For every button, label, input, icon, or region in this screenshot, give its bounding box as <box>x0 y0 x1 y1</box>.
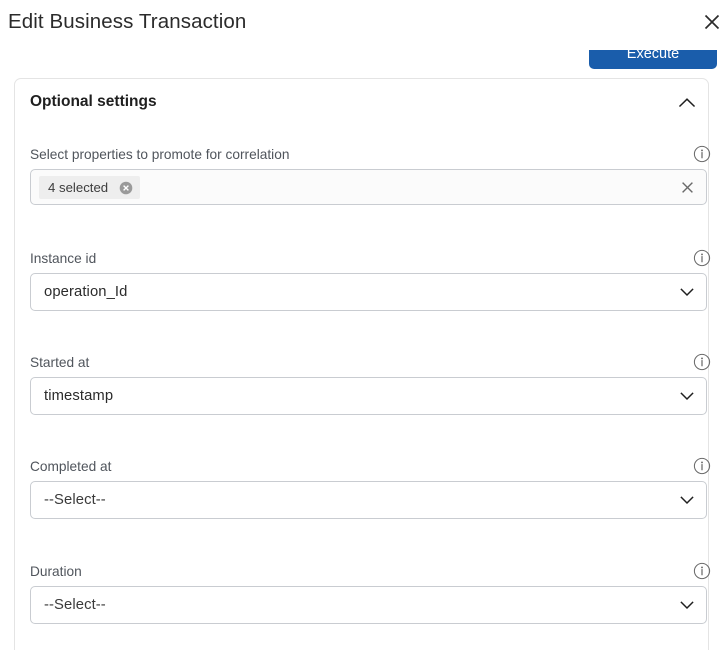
duration-select[interactable]: --Select-- <box>30 586 707 624</box>
selected-chip: 4 selected <box>39 176 141 199</box>
chevron-down-icon[interactable] <box>678 378 696 414</box>
select-value: --Select-- <box>44 492 106 508</box>
started-at-select[interactable]: timestamp <box>30 377 707 415</box>
card-title: Optional settings <box>30 93 157 110</box>
info-icon[interactable] <box>693 249 711 267</box>
dialog-header: Edit Business Transaction <box>0 0 723 50</box>
info-icon[interactable] <box>693 562 711 580</box>
select-value: --Select-- <box>44 597 106 613</box>
chevron-down-icon[interactable] <box>678 482 696 518</box>
chevron-down-icon[interactable] <box>678 587 696 623</box>
completed-at-select[interactable]: --Select-- <box>30 481 707 519</box>
field-label: Duration <box>30 564 82 579</box>
info-icon[interactable] <box>693 457 711 475</box>
clear-selection-icon[interactable] <box>680 170 695 204</box>
page-title: Edit Business Transaction <box>8 10 247 33</box>
chevron-up-icon[interactable] <box>677 93 697 113</box>
chip-label: 4 selected <box>48 180 109 195</box>
field-label: Completed at <box>30 459 112 474</box>
field-label: Instance id <box>30 251 97 266</box>
select-value: timestamp <box>44 388 114 404</box>
field-label: Started at <box>30 355 90 370</box>
dialog-root: Execute Edit Business Transaction Option… <box>0 0 723 650</box>
chevron-down-icon[interactable] <box>678 274 696 310</box>
correlation-properties-multiselect[interactable]: 4 selected <box>30 169 707 205</box>
field-label: Select properties to promote for correla… <box>30 147 290 162</box>
info-icon[interactable] <box>693 353 711 371</box>
close-icon[interactable] <box>702 12 722 32</box>
card-header[interactable]: Optional settings <box>15 79 708 125</box>
select-value: operation_Id <box>44 284 128 300</box>
instance-id-select[interactable]: operation_Id <box>30 273 707 311</box>
circle-close-icon[interactable] <box>119 181 133 195</box>
info-icon[interactable] <box>693 145 711 163</box>
optional-settings-card: Optional settings Select properties to p… <box>14 78 711 650</box>
